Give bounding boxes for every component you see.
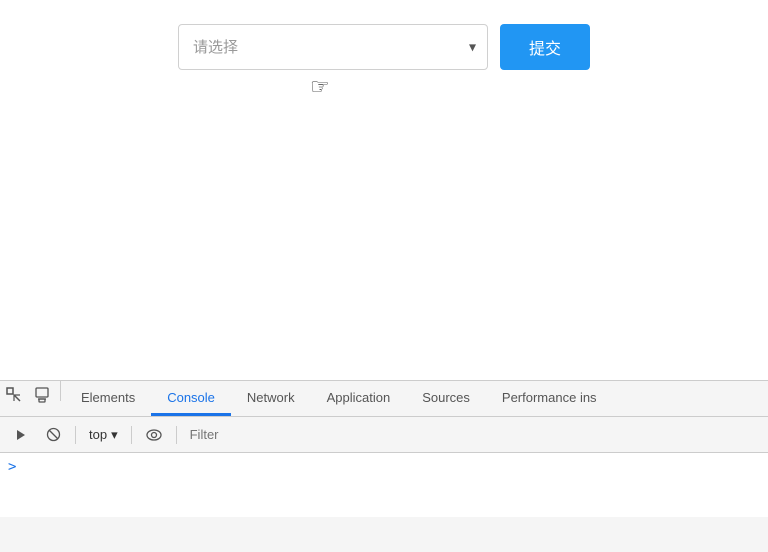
console-prompt[interactable]: > <box>8 459 16 475</box>
console-toolbar: top ▾ <box>0 417 768 453</box>
run-script-button[interactable] <box>8 422 34 448</box>
tab-network[interactable]: Network <box>231 381 311 416</box>
toolbar-separator <box>60 381 61 401</box>
select-dropdown[interactable]: 请选择 <box>178 24 488 70</box>
eye-button[interactable] <box>141 422 167 448</box>
submit-button[interactable]: 提交 <box>500 24 590 70</box>
clear-console-button[interactable] <box>40 422 66 448</box>
tab-console[interactable]: Console <box>151 381 231 416</box>
context-selector[interactable]: top ▾ <box>85 425 122 445</box>
context-separator <box>131 426 132 444</box>
tab-elements[interactable]: Elements <box>65 381 151 416</box>
tab-sources[interactable]: Sources <box>406 381 486 416</box>
console-bar-separator <box>75 426 76 444</box>
devtools-panel: Elements Console Network Application Sou… <box>0 380 768 552</box>
context-label: top <box>89 427 107 442</box>
device-toolbar-button[interactable] <box>28 381 56 409</box>
tab-application[interactable]: Application <box>311 381 407 416</box>
inspect-element-button[interactable] <box>0 381 28 409</box>
cursor-pointer-icon: ☞ <box>310 74 330 100</box>
context-chevron-icon: ▾ <box>111 427 118 443</box>
console-content: > <box>0 453 768 517</box>
tab-performance[interactable]: Performance ins <box>486 381 613 416</box>
eye-separator <box>176 426 177 444</box>
filter-input[interactable] <box>186 423 760 447</box>
select-wrapper: 请选择 ▾ <box>178 24 488 70</box>
form-row: 请选择 ▾ 提交 <box>178 24 590 70</box>
devtools-tab-bar: Elements Console Network Application Sou… <box>0 381 768 417</box>
main-page-area: 请选择 ▾ 提交 ☞ <box>0 0 768 380</box>
